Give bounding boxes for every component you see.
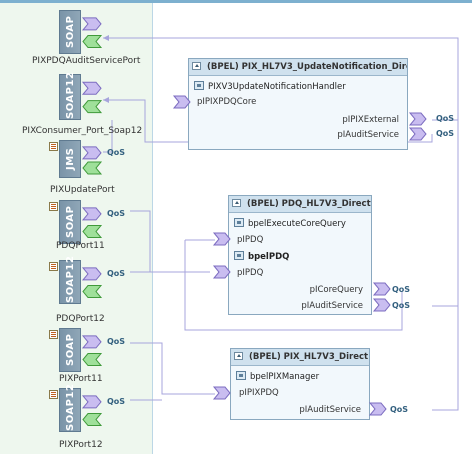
provide-chevron-icon: [81, 17, 102, 31]
output-partnerlink-label: pIAuditService: [301, 301, 363, 311]
provide-chevron-icon: [81, 267, 102, 281]
qos-label[interactable]: QoS: [107, 337, 125, 346]
port-endpoint-chevrons[interactable]: [81, 328, 141, 372]
service-item[interactable]: PIXV3UpdateNotificationHandler: [194, 81, 346, 92]
collapse-icon[interactable]: [192, 62, 201, 70]
port-name-label: PIXPDQAuditServicePort: [32, 56, 141, 66]
port-endpoint-chevrons[interactable]: [81, 200, 141, 244]
composite-canvas[interactable]: SOAP PIXPDQAuditServicePort SOAP12 PIXConsu…: [0, 0, 472, 454]
output-partnerlink-label: pIAuditService: [299, 405, 361, 415]
port-name-label: PIXConsumer_Port_Soap12: [22, 126, 143, 136]
component-title: (BPEL) PDQ_HL7V3_Direct: [229, 196, 371, 213]
port-name-label: PIXPort11: [59, 374, 103, 384]
consume-chevron-icon: [82, 353, 103, 367]
port-name-label: PDQPort11: [56, 241, 105, 251]
qos-label[interactable]: QoS: [436, 129, 454, 138]
qos-label[interactable]: QoS: [392, 301, 410, 310]
input-partnerlink-label: pIPIXPDQ: [239, 388, 279, 398]
output-partnerlink-label: pIPIXExternal: [342, 115, 399, 125]
qos-label[interactable]: QoS: [107, 397, 125, 406]
consume-chevron-icon: [82, 100, 103, 114]
wsdl-doc-icon: [49, 330, 58, 339]
consume-chevron-icon: [82, 161, 103, 175]
qos-label[interactable]: QoS: [392, 285, 410, 294]
component-title: (BPEL) PIX_HL7V3_Direct: [231, 349, 369, 366]
consume-chevron-icon: [82, 35, 103, 49]
bpel-service-icon: [236, 371, 246, 380]
provide-chevron-icon: [81, 395, 102, 409]
consume-chevron-icon: [82, 285, 103, 299]
port-endpoint-chevrons[interactable]: [81, 260, 141, 304]
port-name-label: PIXUpdatePort: [50, 185, 115, 195]
qos-label[interactable]: QoS: [107, 269, 125, 278]
provide-chevron-icon: [81, 146, 102, 160]
wire-audit-pix: [432, 306, 459, 411]
qos-label[interactable]: QoS: [107, 209, 125, 218]
port-name-label: PIXPort12: [59, 440, 103, 450]
service-item[interactable]: bpelExecuteCoreQuery: [234, 218, 346, 229]
provide-chevron-icon: [81, 207, 102, 221]
component-pdq-direct[interactable]: (BPEL) PDQ_HL7V3_Direct bpelExecuteCoreQ…: [228, 195, 372, 315]
bpel-service-icon: [234, 218, 244, 227]
binding-type-tab[interactable]: SOAP: [59, 200, 81, 244]
input-partnerlink-label: pIPIXPDQCore: [197, 97, 257, 107]
consume-chevron-icon: [82, 413, 103, 427]
qos-label[interactable]: QoS: [390, 405, 408, 414]
wsdl-doc-icon: [49, 390, 58, 399]
service-item[interactable]: bpelPIXManager: [236, 371, 319, 382]
port-endpoint-chevrons[interactable]: [81, 140, 141, 178]
bpel-service-icon: [234, 251, 244, 260]
binding-type-tab[interactable]: SOAP12: [59, 72, 81, 120]
port-endpoint-chevrons[interactable]: [81, 74, 141, 120]
provide-chevron-icon: [81, 81, 102, 95]
provide-chevron-icon: [81, 335, 102, 349]
binding-type-tab[interactable]: JMS: [59, 140, 81, 178]
qos-label[interactable]: QoS: [107, 148, 125, 157]
output-partnerlink-label: pICoreQuery: [309, 285, 363, 295]
input-partnerlink-label: pIPDQ: [237, 268, 264, 278]
wire-pdq11: [130, 210, 210, 273]
bpel-service-icon: [194, 81, 204, 90]
component-pix-direct[interactable]: (BPEL) PIX_HL7V3_Direct bpelPIXManager p…: [230, 348, 370, 420]
wire-pix11: [130, 342, 215, 395]
binding-type-tab[interactable]: SOAP: [59, 328, 81, 372]
binding-type-tab[interactable]: SOAP: [59, 10, 81, 54]
consume-chevron-icon: [82, 225, 103, 239]
collapse-icon[interactable]: [232, 199, 241, 207]
port-endpoint-chevrons[interactable]: [81, 10, 141, 54]
wsdl-doc-icon: [49, 142, 58, 151]
wire-audit-pdq: [432, 120, 459, 307]
output-partnerlink-label: pIAuditService: [337, 130, 399, 140]
port-name-label: PDQPort12: [56, 314, 105, 324]
component-pix-update-notification[interactable]: (BPEL) PIX_HL7V3_UpdateNotification_Dire…: [188, 58, 408, 150]
port-endpoint-chevrons[interactable]: [81, 388, 141, 432]
component-title: (BPEL) PIX_HL7V3_UpdateNotification_Dire…: [189, 59, 407, 76]
wsdl-doc-icon: [49, 202, 58, 211]
binding-type-tab[interactable]: SOAP12: [59, 256, 81, 304]
binding-type-tab[interactable]: SOAP12: [59, 384, 81, 432]
collapse-icon[interactable]: [234, 352, 243, 360]
wsdl-doc-icon: [49, 262, 58, 271]
input-partnerlink-label: pIPDQ: [237, 235, 264, 245]
qos-label[interactable]: QoS: [436, 114, 454, 123]
service-item[interactable]: bpelPDQ: [234, 251, 289, 262]
